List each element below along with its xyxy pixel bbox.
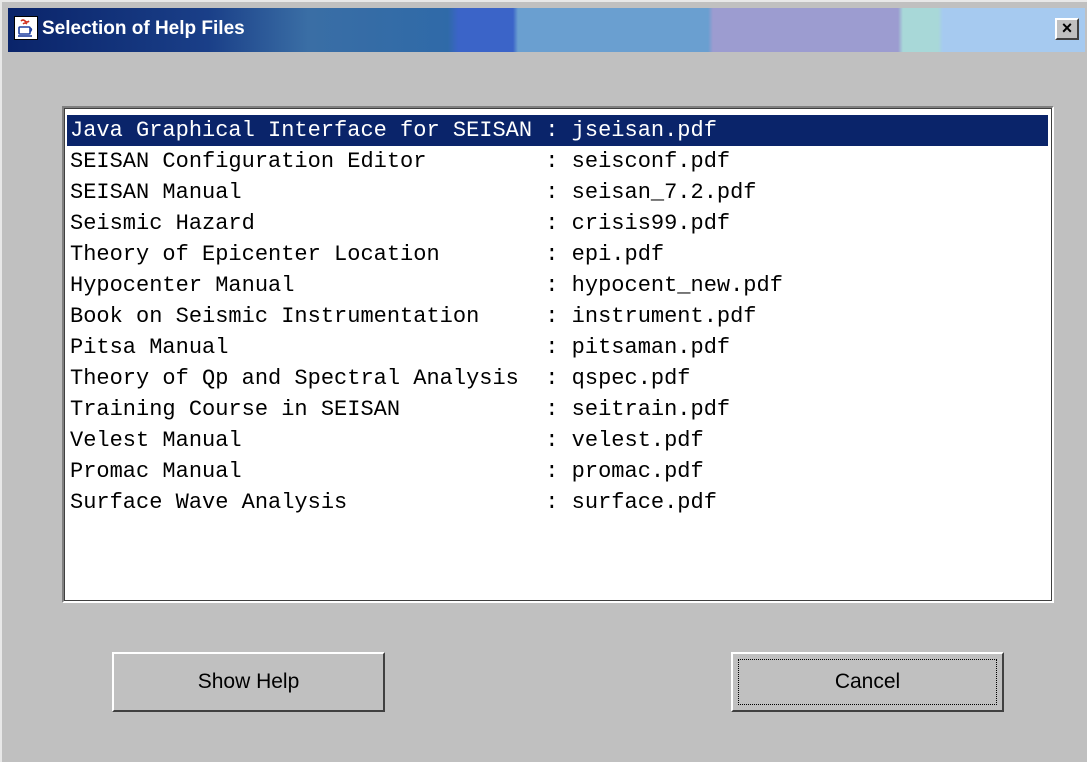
list-item[interactable]: Seismic Hazard : crisis99.pdf	[67, 208, 1048, 239]
list-item[interactable]: Surface Wave Analysis : surface.pdf	[67, 487, 1048, 518]
list-item[interactable]: Theory of Qp and Spectral Analysis : qsp…	[67, 363, 1048, 394]
cancel-button[interactable]: Cancel	[731, 652, 1004, 712]
list-item[interactable]: SEISAN Manual : seisan_7.2.pdf	[67, 177, 1048, 208]
focus-indicator	[738, 659, 997, 705]
list-item[interactable]: SEISAN Configuration Editor : seisconf.p…	[67, 146, 1048, 177]
list-item[interactable]: Pitsa Manual : pitsaman.pdf	[67, 332, 1048, 363]
show-help-button[interactable]: Show Help	[112, 652, 385, 712]
list-item[interactable]: Velest Manual : velest.pdf	[67, 425, 1048, 456]
list-item[interactable]: Promac Manual : promac.pdf	[67, 456, 1048, 487]
help-files-dialog: Selection of Help Files × Java Graphical…	[0, 0, 1087, 762]
list-item[interactable]: Book on Seismic Instrumentation : instru…	[67, 301, 1048, 332]
java-app-icon[interactable]	[14, 16, 38, 40]
show-help-label: Show Help	[197, 670, 300, 693]
list-item[interactable]: Theory of Epicenter Location : epi.pdf	[67, 239, 1048, 270]
list-item[interactable]: Hypocenter Manual : hypocent_new.pdf	[67, 270, 1048, 301]
list-item[interactable]: Java Graphical Interface for SEISAN : js…	[67, 115, 1048, 146]
list-item[interactable]: Training Course in SEISAN : seitrain.pdf	[67, 394, 1048, 425]
title-bar[interactable]: Selection of Help Files ×	[8, 8, 1085, 52]
help-files-list[interactable]: Java Graphical Interface for SEISAN : js…	[62, 106, 1054, 603]
close-button[interactable]: ×	[1055, 18, 1079, 40]
window-title: Selection of Help Files	[42, 18, 245, 39]
